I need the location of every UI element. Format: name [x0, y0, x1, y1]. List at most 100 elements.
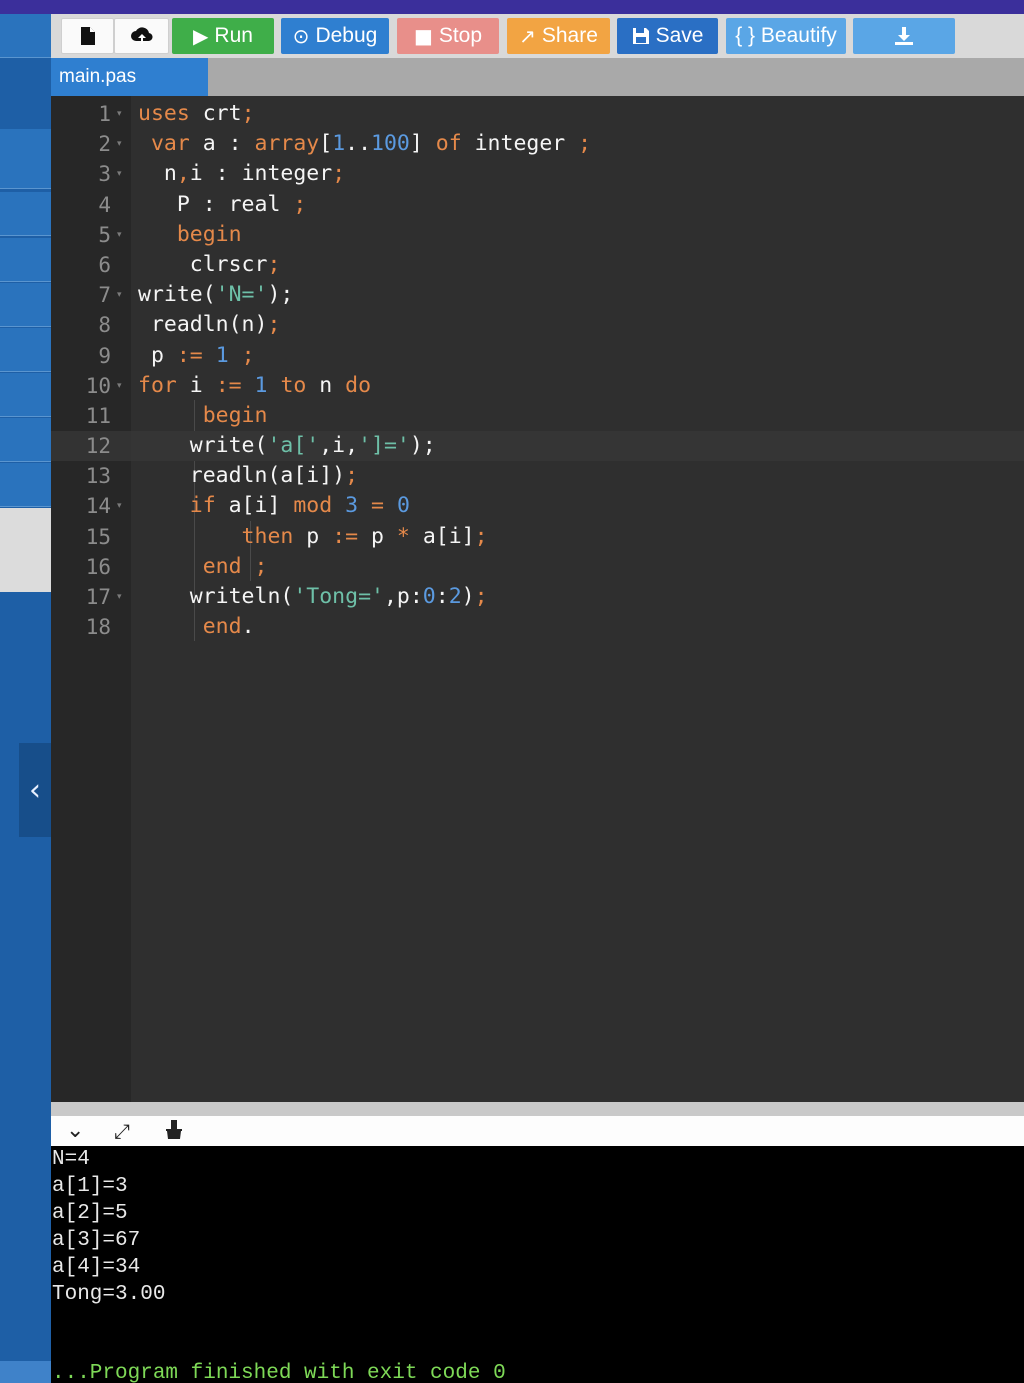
code-line[interactable]: 14 ▾ if a[i] mod 3 = 0 [51, 491, 1024, 521]
sidebar-row[interactable] [0, 418, 51, 462]
sidebar-row[interactable] [0, 14, 51, 58]
fold-arrow-icon[interactable]: ▾ [117, 280, 129, 310]
exit-status-line: ...Program finished with exit code 0 [52, 1362, 506, 1383]
code-line[interactable]: 2 ▾ var a : array[1..100] of integer ; [51, 129, 1024, 159]
code-line[interactable]: 11 begin [51, 401, 1024, 431]
code-line[interactable]: 7 ▾ write('N='); [51, 280, 1024, 310]
code-token: mod [293, 493, 333, 519]
code-token: n [306, 372, 346, 398]
code-token: ; [474, 523, 488, 549]
fold-arrow-icon[interactable]: ▾ [117, 371, 129, 401]
code-token: 0 [396, 493, 410, 519]
code-line[interactable]: 6 clrscr; [51, 250, 1024, 280]
chevron-down-icon[interactable]: ⌄ [66, 1118, 84, 1144]
code-token: ; [332, 161, 346, 187]
stop-button[interactable]: ■ Stop [397, 18, 499, 54]
sidebar-row[interactable] [0, 238, 51, 282]
code-line[interactable]: 10 ▾ for i := 1 to n do [51, 371, 1024, 401]
code-token: write( [138, 282, 216, 308]
code-token: begin [138, 221, 242, 247]
code-token: ; [241, 101, 255, 126]
sidebar-row[interactable] [0, 129, 51, 189]
code-line[interactable]: 9 p := 1 ; [51, 341, 1024, 371]
code-line[interactable]: 15 then p := p * a[i]; [51, 522, 1024, 552]
code-token: , [176, 161, 190, 187]
code-token: integer [461, 131, 579, 157]
sidebar-row[interactable] [0, 373, 51, 417]
code-token: ] [409, 131, 436, 157]
run-button[interactable]: ▶ Run [172, 18, 274, 54]
console-resize-handle[interactable] [51, 1102, 1024, 1116]
debug-button[interactable]: ⊙ Debug [281, 18, 389, 54]
code-token: writeln( [138, 584, 294, 609]
code-token: ; [267, 312, 281, 338]
code-token: p [293, 523, 333, 549]
code-token: for [138, 372, 177, 398]
console-line: N=4 [52, 1148, 90, 1171]
code-token: 100 [371, 131, 410, 157]
console-output[interactable]: N=4 a[1]=3 a[2]=5 a[3]=67 a[4]=34 Tong=3… [51, 1146, 1024, 1383]
fold-arrow-icon[interactable]: ▾ [117, 582, 129, 612]
sidebar-bottom-tab[interactable] [0, 1361, 51, 1383]
line-number: 13 [85, 464, 111, 489]
line-number: 9 [98, 343, 111, 368]
fold-arrow-icon[interactable]: ▾ [117, 491, 129, 521]
console-line: a[4]=34 [52, 1256, 141, 1279]
console-toolbar: ⌄ ⤢ [51, 1116, 1024, 1146]
code-line[interactable]: 3 ▾ n,i : integer; [51, 159, 1024, 189]
fold-arrow-icon[interactable]: ▾ [117, 159, 129, 189]
code-token: i [176, 372, 216, 398]
code-line[interactable]: 18 end. [51, 612, 1024, 642]
code-token: ; [241, 553, 268, 579]
code-line[interactable]: 8 readln(n); [51, 310, 1024, 340]
sidebar-row[interactable] [0, 283, 51, 327]
code-token: p [138, 342, 177, 368]
new-file-button[interactable] [61, 18, 114, 54]
code-line[interactable]: 16 end ; [51, 552, 1024, 582]
sidebar-row[interactable] [0, 328, 51, 372]
sidebar-row[interactable] [0, 463, 51, 507]
share-label: Share [541, 24, 598, 47]
beautify-button[interactable]: { } Beautify [726, 18, 846, 54]
fold-arrow-icon[interactable]: ▾ [117, 220, 129, 250]
expand-icon[interactable]: ⤢ [114, 1118, 130, 1144]
upload-button[interactable] [114, 18, 169, 54]
download-icon [895, 27, 913, 45]
run-label: Run [214, 24, 253, 47]
code-token: n [138, 161, 177, 187]
save-button[interactable]: Save [617, 18, 718, 54]
code-line[interactable]: 17 ▾ writeln('Tong=',p:0:2); [51, 582, 1024, 612]
code-token: then [138, 523, 294, 549]
code-line[interactable]: 13 readln(a[i]); [51, 461, 1024, 491]
line-number: 18 [85, 615, 111, 640]
code-token: 'N=' [215, 282, 268, 308]
fold-arrow-icon[interactable]: ▾ [117, 129, 129, 159]
sidebar-row[interactable] [0, 192, 51, 236]
debug-label: Debug [315, 24, 378, 47]
code-token: 2 [448, 584, 462, 609]
code-token: 'a[' [267, 433, 320, 459]
file-tab-main[interactable]: main.pas [51, 58, 208, 96]
code-token: [ [319, 131, 333, 157]
code-line[interactable]: 4 P : real ; [51, 190, 1024, 220]
code-line[interactable]: 5 ▾ begin [51, 220, 1024, 250]
code-token: 1 [215, 342, 229, 368]
code-token: ; [345, 463, 359, 489]
code-token: p [358, 523, 397, 549]
fold-arrow-icon[interactable]: ▾ [117, 99, 129, 129]
sidebar-collapse-button[interactable]: ‹ [19, 743, 51, 837]
code-token: ; [578, 131, 592, 157]
code-token: end [138, 553, 242, 579]
code-editor[interactable]: 1 ▾ uses crt; 2 ▾ var a : array[1..100] of … [51, 96, 1024, 1102]
code-token: do [345, 372, 372, 398]
code-line-active[interactable]: 12 write('a[',i,']='); [51, 431, 1024, 462]
share-button[interactable]: ↗ Share [507, 18, 610, 54]
download-button[interactable] [853, 18, 955, 54]
code-line[interactable]: 1 ▾ uses crt; [51, 99, 1024, 129]
clear-console-icon[interactable] [163, 1118, 185, 1147]
code-token: * [396, 523, 410, 549]
